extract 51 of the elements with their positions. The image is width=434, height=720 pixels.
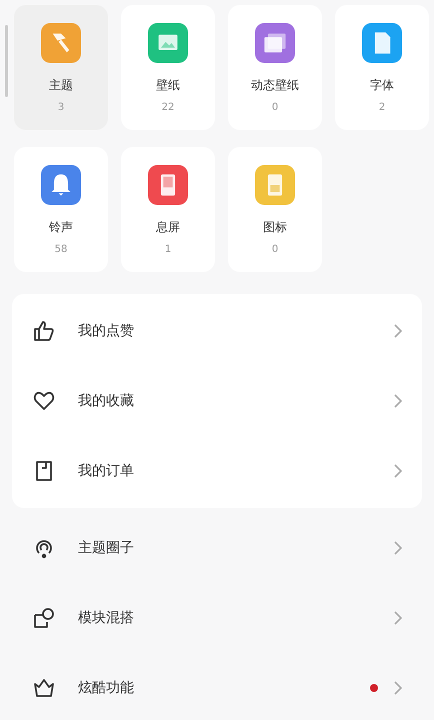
chevron-icon bbox=[394, 541, 402, 555]
category-count: 3 bbox=[58, 102, 64, 113]
chevron-icon bbox=[394, 464, 402, 478]
phone-icon bbox=[255, 165, 295, 205]
category-count: 1 bbox=[164, 244, 172, 255]
chevron-icon bbox=[394, 324, 402, 338]
category-label: 主题 bbox=[49, 77, 73, 94]
category-label: 铃声 bbox=[49, 219, 73, 236]
menu-label: 我的收藏 bbox=[78, 392, 135, 410]
menu-item[interactable]: 我的点赞 bbox=[12, 296, 422, 366]
category-label: 字体 bbox=[370, 77, 394, 94]
menu-item[interactable]: 我的订单 bbox=[12, 436, 422, 506]
menu-item[interactable]: 我的收藏 bbox=[12, 366, 422, 436]
category-tile[interactable]: 壁纸 22 bbox=[121, 5, 215, 130]
menu-label: 模块混搭 bbox=[78, 609, 135, 627]
category-tile[interactable]: 息屏 1 bbox=[121, 147, 215, 272]
category-tile[interactable]: 图标 0 bbox=[228, 147, 322, 272]
category-count: 2 bbox=[378, 102, 386, 113]
thumbs-up-icon bbox=[32, 319, 56, 343]
crown-icon bbox=[32, 676, 56, 700]
category-tile[interactable]: 主题 3 bbox=[14, 5, 108, 130]
category-tile[interactable]: 动态壁纸 0 bbox=[228, 5, 322, 130]
menu-item[interactable]: 模块混搭 bbox=[12, 583, 422, 653]
menu-label: 我的订单 bbox=[78, 462, 135, 480]
chevron-icon bbox=[394, 681, 402, 695]
category-count: 0 bbox=[272, 102, 278, 113]
category-count: 58 bbox=[54, 244, 68, 255]
category-tile[interactable]: 字体 2 bbox=[335, 5, 429, 130]
category-label: 图标 bbox=[263, 219, 287, 236]
scrollbar bbox=[5, 25, 8, 97]
square-circle-icon bbox=[32, 606, 56, 630]
category-tile[interactable]: 铃声 58 bbox=[14, 147, 108, 272]
menu-item[interactable]: 炫酷功能 bbox=[12, 653, 422, 720]
image-icon bbox=[148, 23, 188, 63]
category-label: 息屏 bbox=[156, 219, 180, 236]
category-count: 22 bbox=[162, 102, 174, 113]
menu-item[interactable]: 主题圈子 bbox=[12, 513, 422, 583]
heart-icon bbox=[32, 389, 56, 413]
brush-icon bbox=[41, 23, 81, 63]
menu-label: 炫酷功能 bbox=[78, 679, 135, 697]
chevron-icon bbox=[394, 394, 402, 408]
file-icon bbox=[362, 23, 402, 63]
category-label: 壁纸 bbox=[156, 77, 180, 94]
phone-icon bbox=[148, 165, 188, 205]
category-count: 0 bbox=[272, 244, 278, 255]
layers-icon bbox=[255, 23, 295, 63]
menu-label: 主题圈子 bbox=[78, 539, 135, 557]
bell-icon bbox=[41, 165, 81, 205]
menu-label: 我的点赞 bbox=[78, 322, 135, 340]
category-label: 动态壁纸 bbox=[251, 77, 299, 94]
chevron-icon bbox=[394, 611, 402, 625]
